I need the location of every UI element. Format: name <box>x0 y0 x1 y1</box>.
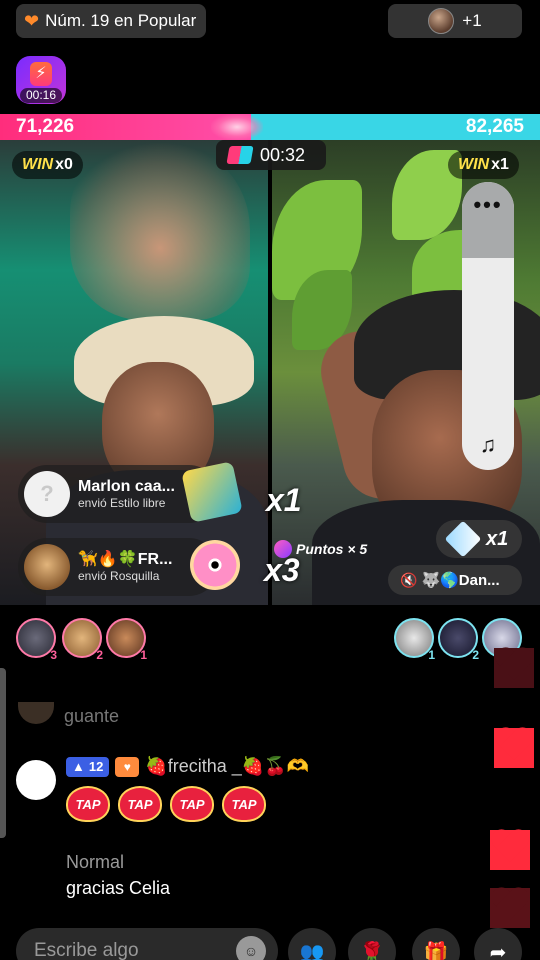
top-gifter-avatar[interactable]: 1 <box>106 618 147 662</box>
rose-icon: 🌹 <box>359 941 385 960</box>
avatar: ? <box>24 471 70 517</box>
share-icon: ➦ <box>489 941 507 960</box>
top-gifter-avatar[interactable]: 2 <box>438 618 479 662</box>
people-icon: 👥 <box>299 941 325 960</box>
level-badge: ▲ 12 <box>66 756 110 777</box>
power-up-pill[interactable]: x1 <box>436 520 522 558</box>
gift-button[interactable]: 🎁 <box>412 928 460 960</box>
video-left[interactable] <box>0 140 268 605</box>
viewer-avatar <box>428 8 455 34</box>
emoji-icon[interactable]: ☺ <box>236 936 266 960</box>
gift-sender-name: 🦮🔥🍀FR... <box>78 551 173 569</box>
points-text: Puntos × 5 <box>296 541 368 557</box>
gift-notification: 🦮🔥🍀FR... envió Rosquilla <box>18 538 218 596</box>
gift-sender-name: Marlon caa... <box>78 478 175 496</box>
viewers-count: +1 <box>462 11 482 30</box>
orange-heart-icon: ❤ <box>24 10 40 31</box>
mute-icon: 🔇 <box>400 571 418 588</box>
rose-button[interactable]: 🌹 <box>348 928 396 960</box>
fan-badge-heart-icon: ♥ <box>115 756 140 777</box>
battle-timer-text: 00:32 <box>260 144 306 165</box>
muted-guest-pill[interactable]: 🔇 🐺🌎Dan... <box>388 565 522 595</box>
battle-timer: 00:32 <box>216 140 326 170</box>
power-up-count: x1 <box>486 527 509 550</box>
score-left: 71,226 <box>16 116 75 137</box>
tap-sticker: TAP <box>222 786 266 822</box>
viewers-pill[interactable]: +1 <box>388 4 522 38</box>
gem-icon <box>274 540 292 558</box>
top-gifter-avatar[interactable]: 1 <box>394 618 435 662</box>
score-right: 82,265 <box>465 116 524 137</box>
level-icon: ▲ <box>72 759 85 774</box>
share-button[interactable]: ➦ <box>474 928 522 960</box>
chat-message-label: Normal <box>66 852 125 872</box>
boost-badge[interactable]: ⚡ 00:16 <box>16 56 66 104</box>
chat-user-line: ▲ 12 ♥ 🍓frecitha _🍓🍒🫶 <box>66 756 309 777</box>
avatar[interactable] <box>16 760 56 800</box>
win-label: WIN <box>458 156 490 173</box>
chat-username[interactable]: 🍓frecitha _🍓🍒🫶 <box>145 756 309 777</box>
volume-slider[interactable]: ••• ♫ <box>462 182 514 470</box>
avatar <box>18 702 54 724</box>
rank-text: Núm. 19 en Popular <box>45 11 197 30</box>
vs-icon <box>226 146 254 164</box>
chat-message-faded: guante <box>64 706 120 726</box>
boost-timer: 00:16 <box>20 88 62 103</box>
piano-gift-icon <box>181 461 243 523</box>
chat-scroll-edge <box>0 668 6 838</box>
battle-score-bar: 71,226 82,265 <box>0 114 540 140</box>
floating-heart-icon <box>490 830 530 870</box>
music-note-icon: ♫ <box>479 432 497 457</box>
popular-rank-pill[interactable]: ❤ Núm. 19 en Popular <box>16 4 206 38</box>
tap-stickers: TAP TAP TAP TAP <box>66 786 266 822</box>
donut-gift-icon <box>190 540 240 590</box>
tap-sticker: TAP <box>66 786 110 822</box>
points-label: Puntos × 5 <box>274 540 367 558</box>
tap-sticker: TAP <box>118 786 162 822</box>
floating-heart-icon <box>490 888 530 928</box>
avatar <box>24 544 70 590</box>
comment-placeholder: Escribe algo <box>34 940 139 960</box>
gift-combo: x1 <box>266 482 302 518</box>
guest-name: 🐺🌎Dan... <box>421 572 500 589</box>
top-gifter-avatar[interactable]: 2 <box>62 618 103 662</box>
more-dots-icon[interactable]: ••• <box>462 192 514 218</box>
bolt-icon: ⚡ <box>30 62 52 86</box>
comment-input[interactable]: Escribe algo ☺ <box>16 928 278 960</box>
win-count: x0 <box>55 156 73 173</box>
win-label: WIN <box>22 156 54 173</box>
floating-heart-icon <box>494 648 534 688</box>
floating-heart-icon <box>494 728 534 768</box>
people-button[interactable]: 👥 <box>288 928 336 960</box>
win-streak-right: WIN x1 <box>448 151 519 179</box>
top-gifter-avatar[interactable]: 3 <box>16 618 57 662</box>
sword-icon <box>444 520 482 558</box>
gift-subtitle: envió Estilo libre <box>78 496 166 511</box>
score-bar-spark <box>211 114 263 140</box>
gift-icon: 🎁 <box>423 941 449 960</box>
win-streak-left: WIN x0 <box>12 151 83 179</box>
chat-message-text: gracias Celia <box>66 878 171 898</box>
tap-sticker: TAP <box>170 786 214 822</box>
win-count: x1 <box>491 156 509 173</box>
gift-subtitle: envió Rosquilla <box>78 569 160 584</box>
